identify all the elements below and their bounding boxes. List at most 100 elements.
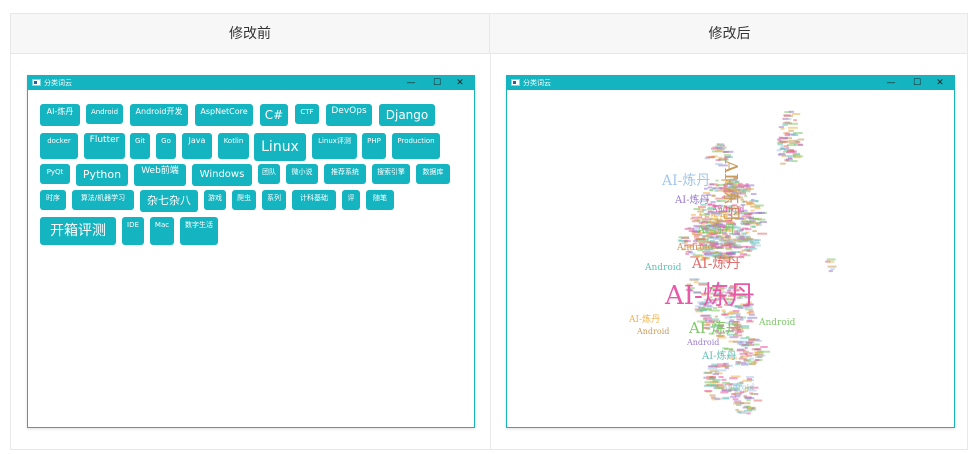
maximize-button[interactable]: ☐	[426, 76, 448, 90]
cloud-word: AI-炼丹	[661, 173, 710, 189]
category-tag[interactable]: 数字生活	[180, 217, 218, 245]
word-speck	[716, 246, 722, 249]
category-tag[interactable]: AI-炼丹	[40, 104, 80, 126]
word-speck	[741, 245, 748, 248]
maximize-button[interactable]: ☐	[906, 76, 928, 90]
category-tag[interactable]: 团队	[258, 164, 280, 184]
category-tag[interactable]: 杂七杂八	[140, 190, 198, 212]
category-tag[interactable]: Kotlin	[218, 133, 249, 159]
comparison-table: 修改前 修改后 分类词云 — ☐ ✕ AI-炼丹 Android Android开发…	[10, 13, 968, 450]
category-tag[interactable]: Java	[182, 133, 212, 159]
titlebar[interactable]: 分类词云 — ☐ ✕	[507, 76, 954, 90]
cloud-word: Android	[636, 327, 669, 336]
close-button[interactable]: ✕	[449, 76, 471, 90]
header-before: 修改前	[11, 14, 490, 54]
category-tag[interactable]: Production	[392, 133, 440, 159]
category-tag[interactable]: PyQt	[40, 164, 70, 184]
category-tag[interactable]: Linux评测	[312, 133, 357, 159]
category-tag[interactable]: 推荐系统	[324, 164, 366, 184]
word-speck	[740, 337, 750, 340]
category-tag[interactable]: Git	[130, 133, 150, 159]
category-tag[interactable]: 微小说	[286, 164, 318, 184]
cloud-word: AI-炼丹	[664, 281, 755, 311]
word-speck	[702, 192, 711, 194]
word-speck	[791, 113, 801, 115]
close-button[interactable]: ✕	[929, 76, 951, 90]
word-speck	[752, 230, 757, 233]
category-tag[interactable]: AspNetCore	[195, 104, 253, 126]
category-tag[interactable]: Windows	[192, 164, 252, 186]
word-speck	[704, 371, 712, 374]
word-speck	[797, 138, 805, 141]
category-tag[interactable]: 算法/机器学习	[72, 190, 134, 210]
word-speck	[780, 127, 785, 130]
category-tag[interactable]: Python	[76, 164, 128, 186]
word-speck	[826, 258, 836, 261]
category-tag[interactable]: Android	[86, 104, 123, 124]
cloud-word: Android	[721, 383, 754, 392]
word-speck	[728, 340, 738, 343]
category-tag[interactable]: Flutter	[84, 133, 125, 159]
word-speck	[741, 344, 750, 347]
category-tag[interactable]: 评	[342, 190, 360, 210]
word-speck	[689, 278, 698, 281]
category-tag[interactable]: 开箱评测	[40, 217, 116, 245]
word-speck	[707, 367, 718, 370]
window-title: 分类词云	[44, 79, 72, 87]
word-speck	[760, 346, 768, 348]
category-tag[interactable]: IDE	[122, 217, 144, 245]
category-tag[interactable]: PHP	[362, 133, 386, 159]
category-tag[interactable]: 搜索引擎	[372, 164, 410, 184]
word-speck	[788, 129, 794, 132]
word-speck	[778, 140, 789, 143]
word-speck	[703, 376, 707, 379]
category-tag[interactable]: Linux	[254, 133, 306, 161]
minimize-button[interactable]: —	[400, 76, 422, 90]
word-speck	[751, 222, 761, 225]
app-icon	[32, 79, 41, 86]
word-speck	[704, 381, 712, 384]
word-speck	[746, 203, 756, 206]
word-speck	[733, 246, 742, 249]
word-speck	[737, 348, 745, 351]
word-speck	[736, 314, 741, 317]
word-speck	[721, 397, 730, 400]
word-speck	[788, 110, 795, 113]
word-speck	[746, 399, 751, 402]
category-tag[interactable]: Go	[156, 133, 176, 159]
category-tag[interactable]: 系列	[262, 190, 286, 210]
word-speck	[788, 122, 798, 125]
category-tag[interactable]: CTF	[295, 104, 319, 124]
category-tag[interactable]: Android开发	[130, 104, 188, 126]
word-speck	[742, 350, 749, 353]
category-tag[interactable]: C#	[260, 104, 288, 126]
word-speck	[754, 207, 761, 210]
cloud-word: Android	[644, 263, 682, 273]
category-tag[interactable]: DevOps	[326, 104, 372, 126]
category-tag[interactable]: 时序	[40, 190, 66, 210]
category-tag[interactable]: 数据库	[416, 164, 450, 184]
word-speck	[718, 376, 724, 378]
category-tag[interactable]: Django	[379, 104, 435, 126]
cloud-word: AI-炼丹	[701, 349, 737, 362]
category-tag[interactable]: Web前端	[134, 164, 186, 186]
category-tag[interactable]: Mac	[150, 217, 174, 245]
app-icon	[511, 79, 520, 86]
category-tag[interactable]: 随笔	[366, 190, 394, 210]
word-speck	[739, 352, 748, 355]
category-tag[interactable]: 计科基础	[292, 190, 336, 210]
minimize-button[interactable]: —	[880, 76, 902, 90]
word-speck	[793, 156, 801, 159]
word-speck	[709, 394, 716, 397]
word-speck	[723, 157, 728, 160]
word-speck	[777, 138, 782, 141]
word-speck	[747, 317, 753, 319]
cloud-word: AI-炼丹	[628, 313, 660, 325]
word-speck	[721, 364, 730, 367]
word-speck	[724, 235, 730, 238]
category-tag[interactable]: 游戏	[204, 190, 226, 210]
category-tag[interactable]: 爬虫	[232, 190, 256, 210]
titlebar[interactable]: 分类词云 — ☐ ✕	[28, 76, 474, 90]
category-tag[interactable]: docker	[40, 133, 78, 159]
word-speck	[705, 156, 715, 159]
